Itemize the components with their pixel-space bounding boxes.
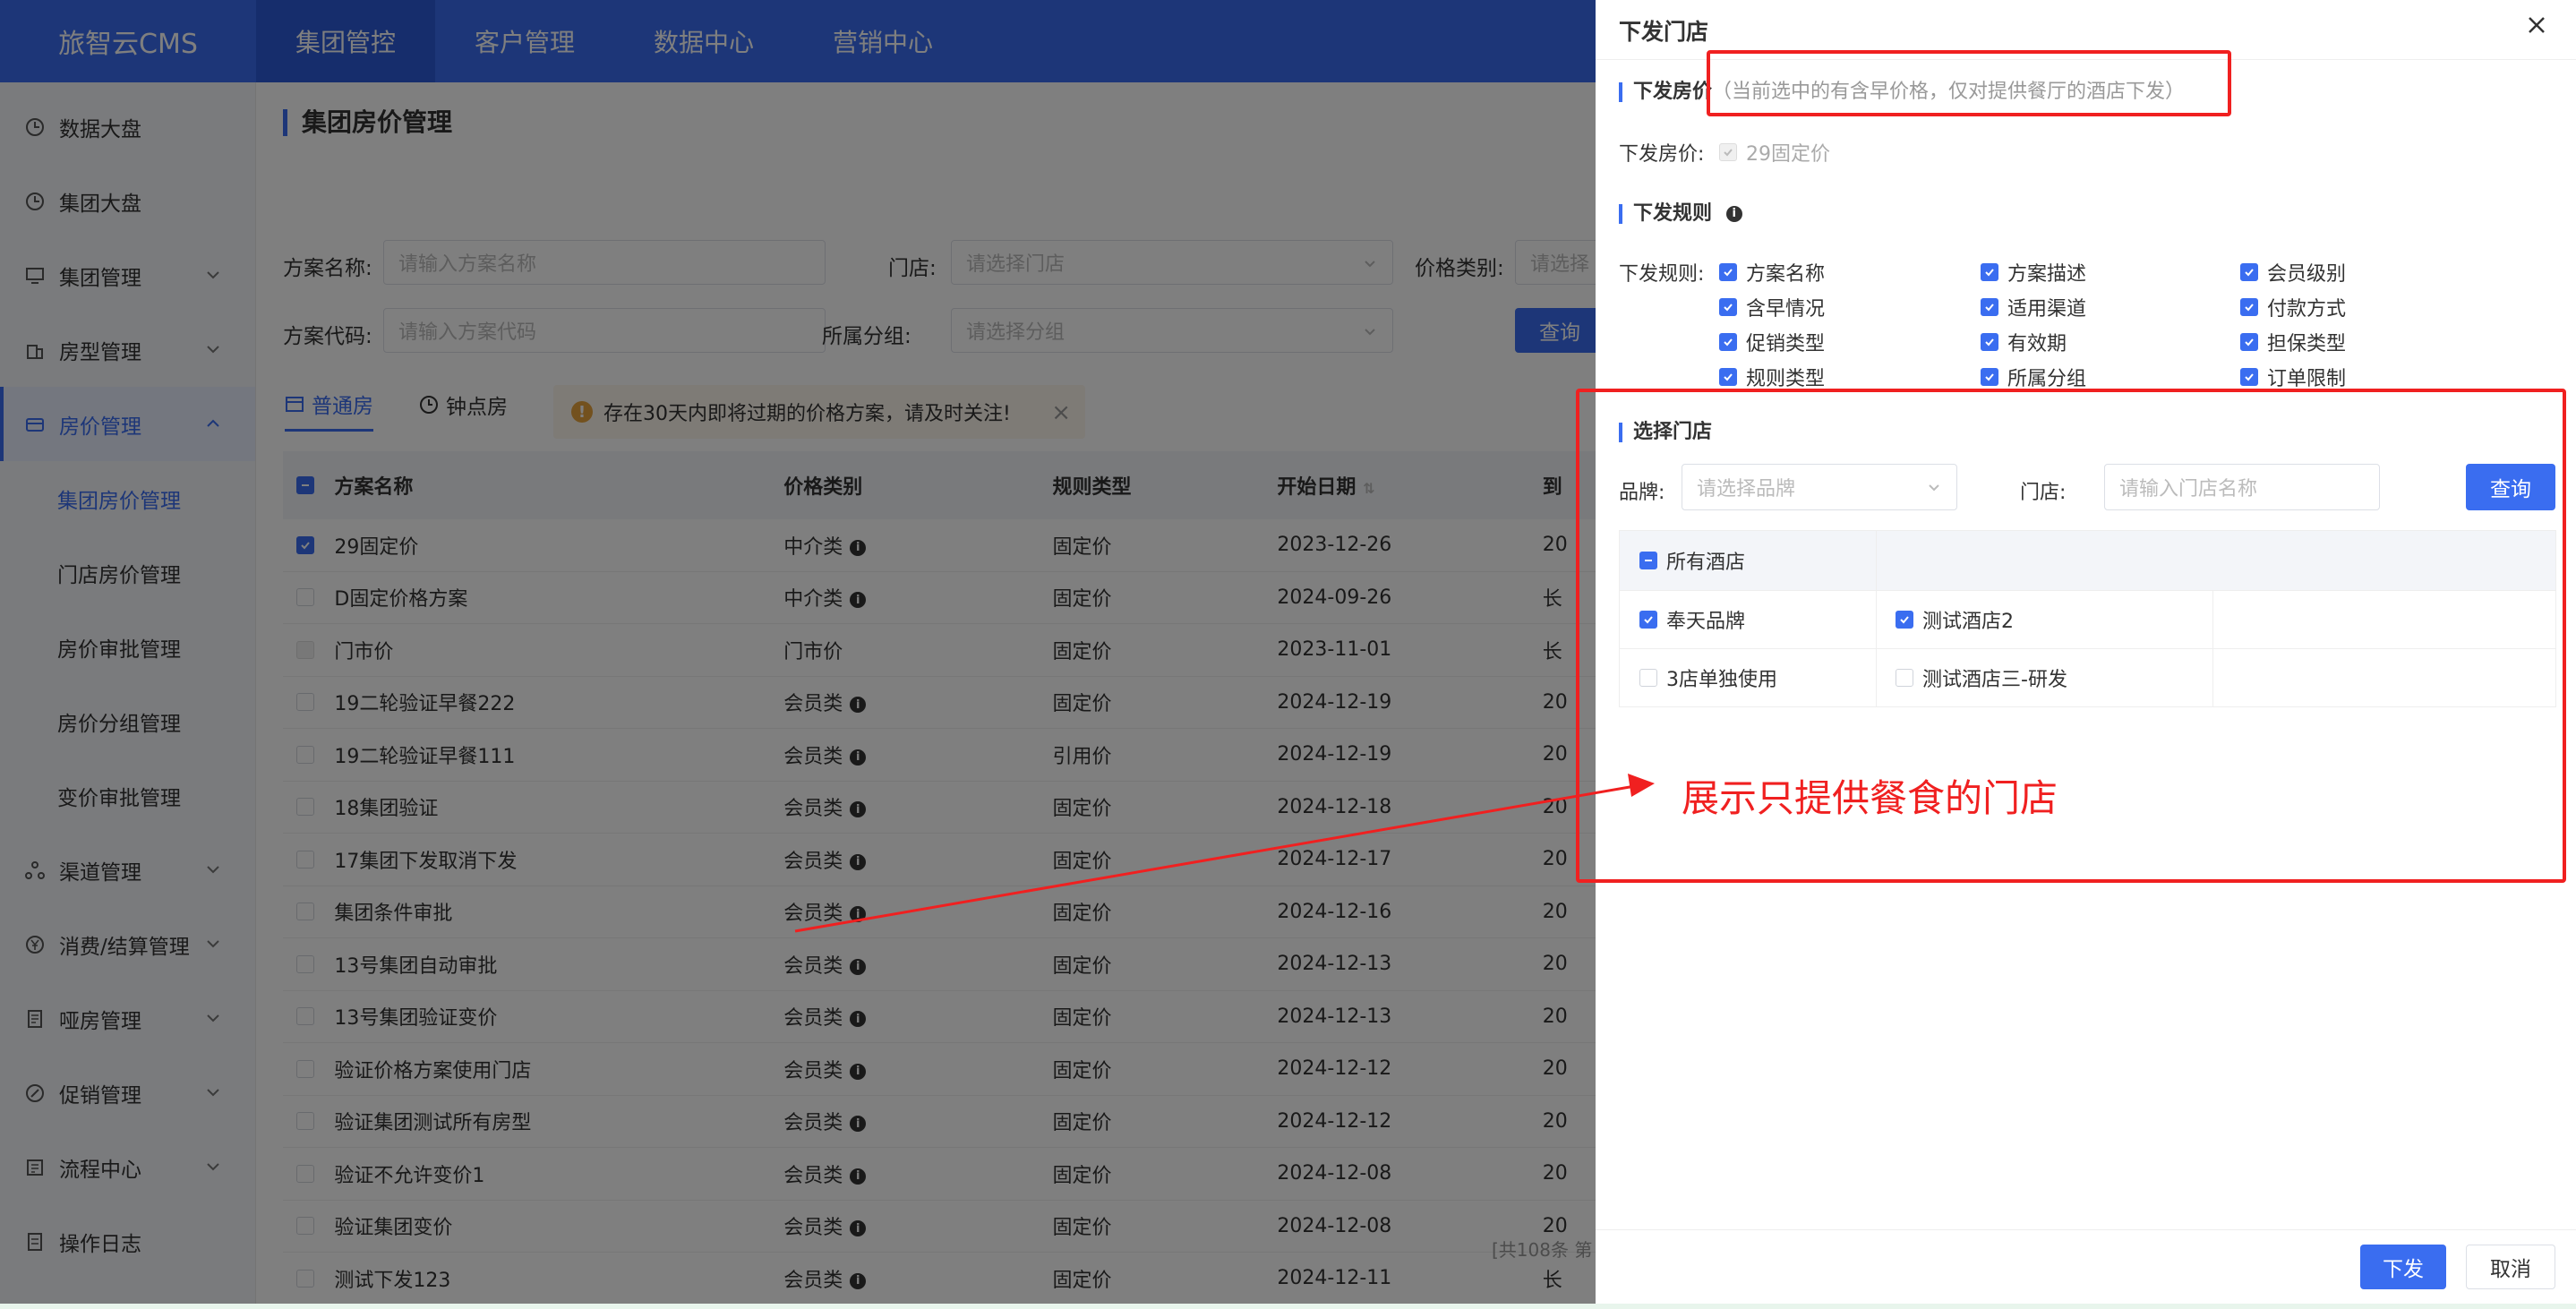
- section-dispatch-rules: 下发规则 i: [1619, 204, 1742, 224]
- bottom-strip: [0, 1304, 2576, 1309]
- rule-checkbox-item[interactable]: 付款方式: [2240, 293, 2346, 321]
- rule-checkbox[interactable]: [2240, 333, 2258, 351]
- rule-checkbox-item[interactable]: 方案名称: [1719, 258, 1825, 287]
- rule-label: 担保类型: [2267, 333, 2347, 355]
- rule-checkbox-item[interactable]: 担保类型: [2240, 328, 2346, 356]
- rule-label: 所属分组: [2007, 368, 2087, 390]
- rule-checkbox-item[interactable]: 含早情况: [1719, 293, 1825, 321]
- dispatch-price-value: 29固定价: [1719, 138, 1830, 167]
- rule-checkbox-item[interactable]: 规则类型: [1719, 363, 1825, 391]
- drawer-title: 下发门店: [1619, 19, 1709, 45]
- price-value-text: 29固定价: [1746, 143, 1830, 166]
- section-title: 下发规则: [1633, 202, 1713, 225]
- rule-checkbox-item[interactable]: 会员级别: [2240, 258, 2346, 287]
- rule-label: 会员级别: [2267, 263, 2347, 286]
- rule-label: 含早情况: [1746, 298, 1826, 321]
- rule-label: 有效期: [2007, 333, 2067, 355]
- rule-label: 方案名称: [1746, 263, 1826, 286]
- modal-overlay[interactable]: [0, 0, 1596, 1309]
- rule-checkbox[interactable]: [1719, 333, 1737, 351]
- rule-checkbox-item[interactable]: 订单限制: [2240, 363, 2346, 391]
- price-checkbox: [1719, 143, 1737, 161]
- cancel-button[interactable]: 取消: [2466, 1245, 2555, 1289]
- app-root: 旅智云CMS 集团管控 客户管理 数据中心 营销中心 数据大盘 集团大盘 集团管…: [0, 0, 2576, 1309]
- info-icon[interactable]: i: [1725, 206, 1742, 222]
- rule-label: 促销类型: [1746, 333, 1826, 355]
- rules-label: 下发规则:: [1619, 263, 1705, 286]
- dispatch-price-label: 下发房价:: [1619, 143, 1705, 166]
- submit-button[interactable]: 下发: [2360, 1245, 2446, 1289]
- rule-checkbox[interactable]: [1719, 263, 1737, 281]
- section-title: 下发房价: [1633, 81, 1713, 103]
- rule-checkbox-item[interactable]: 适用渠道: [1981, 293, 2086, 321]
- rule-checkbox-item[interactable]: 促销类型: [1719, 328, 1825, 356]
- rule-checkbox[interactable]: [1981, 368, 1998, 386]
- rule-label: 适用渠道: [2007, 298, 2087, 321]
- rule-checkbox[interactable]: [1981, 333, 1998, 351]
- rule-label: 订单限制: [2267, 368, 2347, 390]
- rule-label: 付款方式: [2267, 298, 2347, 321]
- rule-checkbox[interactable]: [2240, 368, 2258, 386]
- rule-label: 规则类型: [1746, 368, 1826, 390]
- rule-checkbox-item[interactable]: 方案描述: [1981, 258, 2086, 287]
- annotation-text: 展示只提供餐食的门店: [1682, 776, 2058, 820]
- rule-checkbox-item[interactable]: 所属分组: [1981, 363, 2086, 391]
- rule-label: 方案描述: [2007, 263, 2087, 286]
- rule-checkbox[interactable]: [1981, 263, 1998, 281]
- annotation-box-hint: [1707, 50, 2231, 116]
- rule-checkbox[interactable]: [2240, 298, 2258, 316]
- rule-checkbox[interactable]: [1719, 298, 1737, 316]
- rule-checkbox-item[interactable]: 有效期: [1981, 328, 2067, 356]
- rule-checkbox[interactable]: [1719, 368, 1737, 386]
- rule-checkbox[interactable]: [1981, 298, 1998, 316]
- divider: [1596, 1229, 2576, 1230]
- close-icon[interactable]: [2524, 13, 2549, 38]
- rule-checkbox[interactable]: [2240, 263, 2258, 281]
